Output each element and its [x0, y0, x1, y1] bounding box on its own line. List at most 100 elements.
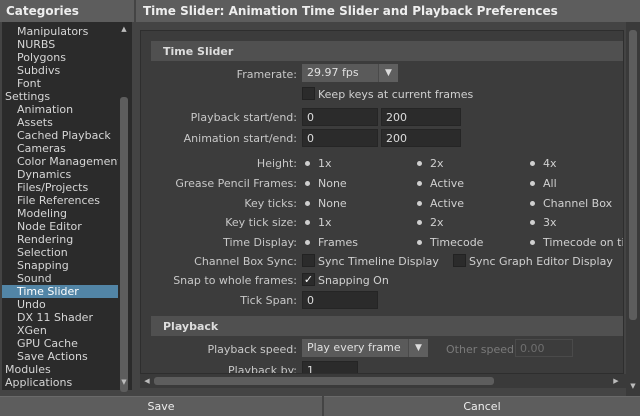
tree-item-files-projects[interactable]: Files/Projects — [2, 181, 118, 194]
tree-item-subdivs[interactable]: Subdivs — [2, 64, 118, 77]
playback-start-field[interactable]: 0 — [302, 108, 378, 126]
time-display-option-label: Frames — [318, 236, 359, 249]
tree-item-sound[interactable]: Sound — [2, 272, 118, 285]
tree-item-manipulators[interactable]: Manipulators — [2, 25, 118, 38]
key-ticks-option-label: Channel Box — [543, 197, 613, 210]
content-horizontal-scrollbar[interactable]: ◀ ▶ — [140, 374, 626, 388]
tree-item-node-editor[interactable]: Node Editor — [2, 220, 118, 233]
channel-box-sync-label: Channel Box Sync: — [194, 255, 297, 268]
tree-item-file-references[interactable]: File References — [2, 194, 118, 207]
tree-item-time-slider[interactable]: Time Slider — [2, 285, 118, 298]
height-radio-1[interactable] — [414, 158, 425, 169]
tree-item-nurbs[interactable]: NURBS — [2, 38, 118, 51]
playback-speed-dropdown[interactable]: Play every frame ▼ — [302, 339, 428, 357]
content-hscroll-thumb[interactable] — [154, 377, 494, 385]
key-tick-size-label: Key tick size: — [225, 216, 297, 229]
sync-timeline-label: Sync Timeline Display — [318, 255, 439, 268]
tree-item-cached-playback[interactable]: Cached Playback — [2, 129, 118, 142]
categories-scroll-thumb[interactable] — [120, 97, 128, 392]
tree-item-undo[interactable]: Undo — [2, 298, 118, 311]
snap-label: Snap to whole frames: — [173, 274, 297, 287]
tree-item-assets[interactable]: Assets — [2, 116, 118, 129]
grease-pencil-radio-0[interactable] — [302, 178, 313, 189]
save-button[interactable]: Save — [0, 396, 322, 416]
scroll-down-icon[interactable]: ▼ — [120, 378, 128, 386]
playback-by-label: Playback by: — [228, 364, 297, 374]
key-tick-size-radio-1[interactable] — [414, 217, 425, 228]
scroll-down-icon[interactable]: ▼ — [629, 382, 637, 390]
time-display-radio-0[interactable] — [302, 237, 313, 248]
height-radio-2[interactable] — [527, 158, 538, 169]
scroll-left-icon[interactable]: ◀ — [143, 377, 151, 385]
categories-scrollbar[interactable]: ▲ ▼ — [118, 22, 130, 392]
key-tick-size-radio-0[interactable] — [302, 217, 313, 228]
grease-pencil-radio-2[interactable] — [527, 178, 538, 189]
key-tick-size-option-label: 3x — [543, 216, 557, 229]
tree-item-snapping[interactable]: Snapping — [2, 259, 118, 272]
content-vertical-scrollbar[interactable]: ▼ — [626, 22, 640, 396]
playback-by-field[interactable]: 1 — [302, 361, 358, 373]
height-option-label: 4x — [543, 157, 557, 170]
tree-item-dynamics[interactable]: Dynamics — [2, 168, 118, 181]
chevron-down-icon: ▼ — [378, 64, 398, 82]
animation-end-field[interactable]: 200 — [381, 129, 461, 147]
grease-pencil-option-label: Active — [430, 177, 465, 190]
key-ticks-radio-0[interactable] — [302, 198, 313, 209]
framerate-value: 29.97 fps — [307, 66, 359, 79]
height-radio-0[interactable] — [302, 158, 313, 169]
tree-item-selection[interactable]: Selection — [2, 246, 118, 259]
tree-item-save-actions[interactable]: Save Actions — [2, 350, 118, 363]
sync-timeline-checkbox[interactable] — [302, 254, 315, 267]
grease-pencil-radio-1[interactable] — [414, 178, 425, 189]
snapping-checkbox[interactable]: ✓ — [302, 273, 315, 286]
time-display-option-label: Timecode on time — [543, 236, 624, 249]
key-tick-size-option-label: 1x — [318, 216, 332, 229]
tree-item-modules[interactable]: Modules — [2, 363, 118, 376]
tree-item-cameras[interactable]: Cameras — [2, 142, 118, 155]
scroll-up-icon[interactable]: ▲ — [120, 25, 128, 33]
panel-title: Time Slider: Animation Time Slider and P… — [136, 0, 640, 22]
button-bar: Save Cancel — [0, 396, 640, 416]
tick-span-field[interactable]: 0 — [302, 291, 378, 309]
tree-item-settings[interactable]: Settings — [2, 90, 118, 103]
animation-range-label: Animation start/end: — [183, 132, 297, 145]
key-ticks-option-label: Active — [430, 197, 465, 210]
grease-pencil-label: Grease Pencil Frames: — [175, 177, 297, 190]
tree-item-animation[interactable]: Animation — [2, 103, 118, 116]
time-display-option-label: Timecode — [430, 236, 484, 249]
tree-item-polygons[interactable]: Polygons — [2, 51, 118, 64]
tree-item-applications[interactable]: Applications — [2, 376, 118, 389]
tree-item-color-management[interactable]: Color Management — [2, 155, 122, 168]
chevron-down-icon: ▼ — [408, 339, 428, 357]
animation-start-field[interactable]: 0 — [302, 129, 378, 147]
height-label: Height: — [256, 157, 297, 170]
key-ticks-option-label: None — [318, 197, 347, 210]
tree-item-modeling[interactable]: Modeling — [2, 207, 118, 220]
time-display-radio-2[interactable] — [527, 237, 538, 248]
time-display-label: Time Display: — [223, 236, 297, 249]
tree-item-xgen[interactable]: XGen — [2, 324, 118, 337]
framerate-dropdown[interactable]: 29.97 fps ▼ — [302, 64, 398, 82]
section-playback[interactable]: Playback — [151, 316, 623, 336]
tree-item-font[interactable]: Font — [2, 77, 118, 90]
section-time-slider[interactable]: Time Slider — [151, 41, 623, 61]
playback-end-field[interactable]: 200 — [381, 108, 461, 126]
key-ticks-radio-2[interactable] — [527, 198, 538, 209]
tree-item-rendering[interactable]: Rendering — [2, 233, 118, 246]
preferences-window: { "categories_title": "Categories", "tre… — [0, 0, 640, 416]
keep-keys-checkbox[interactable] — [302, 87, 315, 100]
cancel-button[interactable]: Cancel — [324, 396, 640, 416]
height-option-label: 1x — [318, 157, 332, 170]
key-ticks-radio-1[interactable] — [414, 198, 425, 209]
content-vscroll-thumb[interactable] — [629, 30, 637, 320]
scroll-right-icon[interactable]: ▶ — [612, 377, 620, 385]
time-display-radio-1[interactable] — [414, 237, 425, 248]
tree-item-gpu-cache[interactable]: GPU Cache — [2, 337, 118, 350]
sync-graph-editor-checkbox[interactable] — [453, 254, 466, 267]
grease-pencil-option-label: All — [543, 177, 557, 190]
key-tick-size-radio-2[interactable] — [527, 217, 538, 228]
framerate-label: Framerate: — [236, 68, 297, 81]
tree-item-dx-11-shader[interactable]: DX 11 Shader — [2, 311, 118, 324]
other-speed-field[interactable]: 0.00 — [515, 339, 573, 357]
tick-span-label: Tick Span: — [240, 294, 297, 307]
